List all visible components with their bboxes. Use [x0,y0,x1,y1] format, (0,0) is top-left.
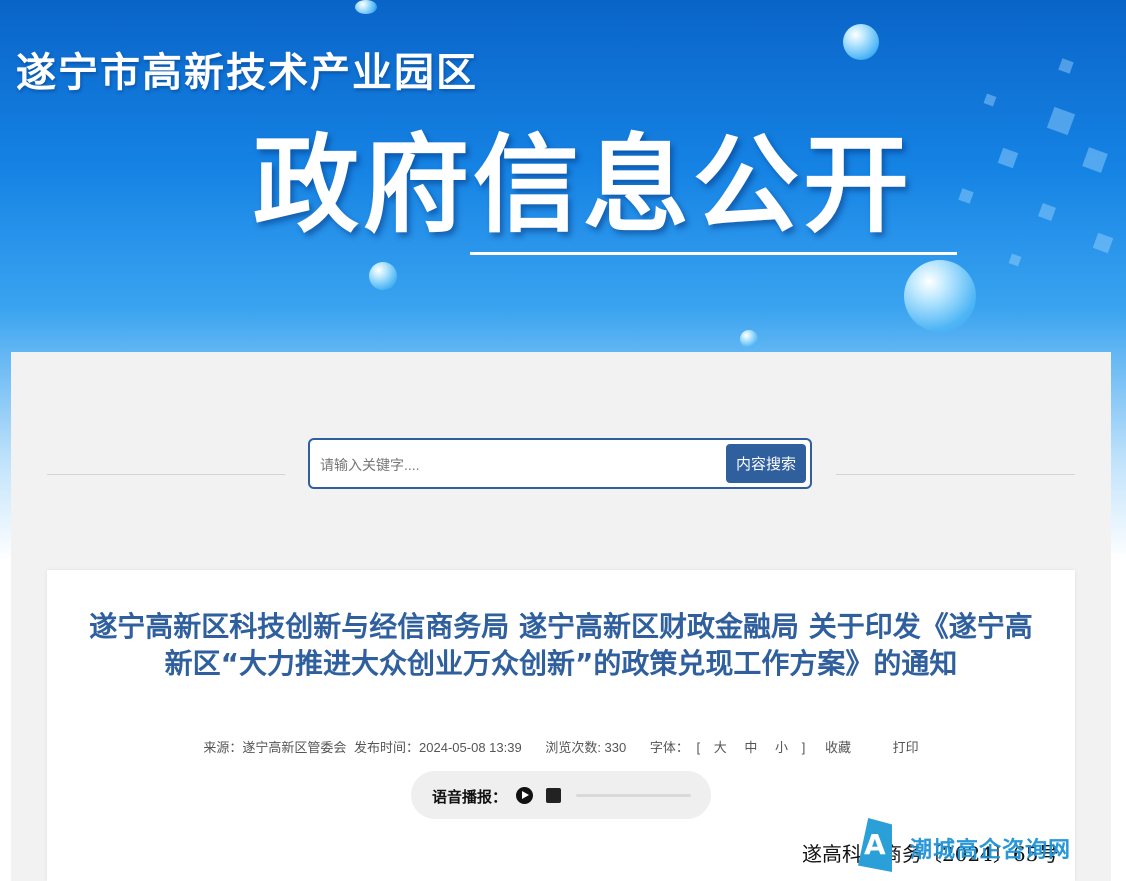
font-size-medium[interactable]: 中 [744,737,757,756]
decorative-cube [1046,106,1076,136]
bracket-open: [ [696,740,701,755]
bracket-close: ] [801,740,806,755]
font-size-small[interactable]: 小 [775,737,788,756]
site-title: 遂宁市高新技术产业园区 [16,50,478,96]
meta-views: 浏览次数: 330 [545,740,627,755]
search-bar: 内容搜索 [308,438,812,489]
decorative-bubble [355,0,377,14]
meta-font-label: 字体： [649,740,689,755]
article-meta: 来源：遂宁高新区管委会 发布时间：2024-05-08 13:39 浏览次数: … [47,737,1075,756]
title-underline [470,252,957,255]
favorite-link[interactable]: 收藏 [825,737,851,756]
article-title: 遂宁高新区科技创新与经信商务局 遂宁高新区财政金融局 关于印发《遂宁高新区“大力… [89,610,1033,680]
print-link[interactable]: 打印 [893,737,919,756]
watermark-icon-letter: A [864,828,886,861]
stop-icon[interactable] [546,788,561,803]
decorative-cube [997,147,1019,169]
decorative-cube [958,188,974,204]
decorative-cube [1082,147,1108,173]
section-title: 政府信息公开 [253,124,913,247]
decorative-cube [1038,203,1056,221]
decorative-bubble [904,260,976,332]
search-input[interactable] [318,448,722,481]
decorative-bubble [843,24,879,60]
audio-progress-bar[interactable] [576,794,691,797]
decorative-cube [1058,58,1074,74]
meta-source: 来源：遂宁高新区管委会 [203,740,347,755]
decorative-bubble [740,330,758,348]
decorative-bubble [369,262,397,290]
watermark-logo: A 潮城高企咨询网 [858,818,1098,874]
decorative-cube [983,93,997,107]
voice-label: 语音播报： [432,788,508,806]
divider-left [47,474,285,475]
search-button[interactable]: 内容搜索 [726,444,806,483]
decorative-cube [1092,232,1114,254]
meta-publish-time: 发布时间：2024-05-08 13:39 [354,740,522,755]
divider-right [836,474,1075,475]
watermark-text: 潮城高企咨询网 [910,838,1072,863]
font-size-large[interactable]: 大 [714,737,727,756]
play-icon[interactable] [516,787,533,804]
watermark-icon: A [858,818,892,872]
decorative-cube [1008,253,1022,267]
voice-player: 语音播报： [411,771,711,819]
